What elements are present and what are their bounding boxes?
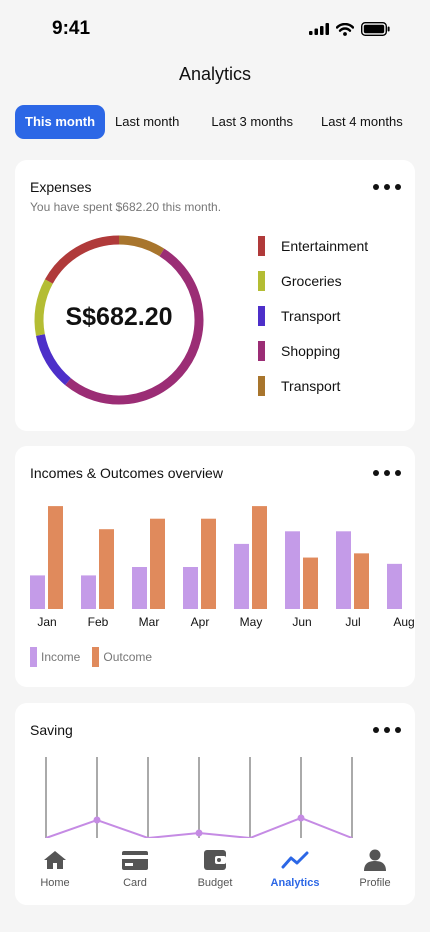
nav-card[interactable]: Card bbox=[95, 838, 175, 905]
legend-label: Shopping bbox=[281, 343, 341, 359]
legend-item-shopping: Shopping bbox=[258, 341, 368, 376]
bar-income-apr bbox=[183, 567, 198, 609]
saving-point bbox=[195, 829, 203, 837]
x-tick-label: Jun bbox=[292, 615, 311, 629]
x-tick-label: May bbox=[240, 615, 263, 629]
bar-income-jun bbox=[285, 531, 300, 609]
legend-swatch bbox=[258, 376, 265, 396]
legend-swatch bbox=[258, 306, 265, 326]
legend-item-outcome: Outcome bbox=[92, 647, 152, 667]
expenses-more-button[interactable] bbox=[373, 182, 401, 192]
x-tick-label: Apr bbox=[191, 615, 210, 629]
tab-last-month[interactable]: Last month bbox=[105, 105, 189, 139]
status-icons bbox=[309, 22, 390, 36]
overview-card: Incomes & Outcomes overview Jan Feb Mar Apr… bbox=[15, 446, 415, 687]
legend-item-transport: Transport bbox=[258, 306, 368, 341]
nav-label: Profile bbox=[359, 877, 391, 889]
bar-outcome-jun bbox=[303, 557, 318, 609]
bar-outcome-feb bbox=[99, 529, 114, 609]
card-icon bbox=[121, 848, 149, 872]
x-tick-label: Mar bbox=[139, 615, 160, 629]
overview-more-button[interactable] bbox=[373, 468, 401, 478]
analytics-icon bbox=[281, 848, 309, 872]
legend-label: Transport bbox=[281, 308, 341, 324]
saving-point bbox=[297, 814, 305, 822]
donut-segment-2 bbox=[35, 334, 71, 386]
donut-segment-0 bbox=[118, 235, 165, 257]
saving-more-button[interactable] bbox=[373, 725, 401, 735]
bar-income-feb bbox=[81, 575, 96, 609]
expenses-title: Expenses bbox=[30, 179, 92, 195]
tab-this-month[interactable]: This month bbox=[15, 105, 106, 139]
bar-outcome-mar bbox=[150, 518, 165, 609]
tab-last-4-months[interactable]: Last 4 months bbox=[311, 105, 413, 139]
expenses-total: S$682.20 bbox=[65, 303, 173, 331]
income-outcome-bar-chart: Jan Feb Mar Apr May Jun Jul Aug bbox=[30, 506, 415, 629]
bar-income-mar bbox=[132, 567, 147, 609]
bar-outcome-jan bbox=[48, 506, 63, 609]
legend-label: Entertainment bbox=[281, 238, 369, 254]
home-icon bbox=[41, 848, 69, 872]
legend-label: Outcome bbox=[103, 650, 153, 664]
bar-outcome-may bbox=[252, 506, 267, 609]
nav-budget[interactable]: Budget bbox=[175, 838, 255, 905]
legend-swatch bbox=[30, 647, 37, 667]
nav-label: Card bbox=[123, 877, 147, 889]
bar-income-aug bbox=[387, 563, 402, 609]
legend-item-transport-2: Transport bbox=[258, 376, 368, 411]
saving-line-chart bbox=[45, 757, 353, 838]
x-tick-label: Aug bbox=[393, 615, 414, 629]
x-tick-label: Feb bbox=[88, 615, 109, 629]
legend-label: Transport bbox=[281, 378, 341, 394]
bar-income-may bbox=[234, 543, 249, 609]
battery-icon bbox=[361, 22, 390, 36]
period-tabs: This month Last month Last 3 months Last… bbox=[15, 105, 413, 139]
nav-profile[interactable]: Profile bbox=[335, 838, 415, 905]
expenses-subtitle: You have spent $682.20 this month. bbox=[30, 200, 222, 214]
bar-income-jul bbox=[336, 531, 351, 609]
expenses-legend: Entertainment Groceries Transport Shoppi… bbox=[258, 236, 368, 411]
legend-label: Income bbox=[41, 650, 81, 664]
nav-label: Home bbox=[40, 877, 70, 889]
overview-title: Incomes & Outcomes overview bbox=[30, 465, 223, 481]
legend-item-income: Income bbox=[30, 647, 80, 667]
signal-icon bbox=[309, 23, 329, 35]
expenses-card: Expenses You have spent $682.20 this mon… bbox=[15, 160, 415, 431]
legend-item-groceries: Groceries bbox=[258, 271, 368, 306]
status-time: 9:41 bbox=[52, 18, 91, 39]
legend-swatch bbox=[92, 647, 100, 667]
bar-outcome-jul bbox=[354, 553, 369, 609]
tab-last-3-months[interactable]: Last 3 months bbox=[201, 105, 303, 139]
legend-swatch bbox=[258, 236, 265, 256]
nav-analytics[interactable]: Analytics bbox=[255, 838, 335, 905]
saving-title: Saving bbox=[30, 722, 73, 738]
status-bar: 9:41 bbox=[0, 0, 430, 58]
bar-income-jan bbox=[30, 575, 45, 609]
bottom-navigation: Home Card Budget Analytics Profile bbox=[15, 838, 415, 905]
x-tick-label: Jul bbox=[345, 615, 360, 629]
legend-swatch bbox=[258, 341, 265, 361]
legend-swatch bbox=[258, 271, 265, 291]
donut-segment-4 bbox=[44, 235, 120, 284]
bar-outcome-apr bbox=[201, 518, 216, 609]
x-tick-label: Jan bbox=[37, 615, 56, 629]
overview-legend: Income Outcome bbox=[30, 647, 164, 667]
nav-label: Analytics bbox=[270, 877, 320, 889]
wallet-icon bbox=[201, 848, 229, 872]
nav-label: Budget bbox=[197, 877, 233, 889]
legend-item-entertainment: Entertainment bbox=[258, 236, 368, 271]
profile-icon bbox=[361, 848, 389, 872]
saving-point bbox=[93, 816, 101, 824]
legend-label: Groceries bbox=[281, 273, 342, 289]
nav-home[interactable]: Home bbox=[15, 838, 95, 905]
page-title: Analytics bbox=[178, 64, 252, 84]
wifi-icon bbox=[336, 22, 354, 36]
